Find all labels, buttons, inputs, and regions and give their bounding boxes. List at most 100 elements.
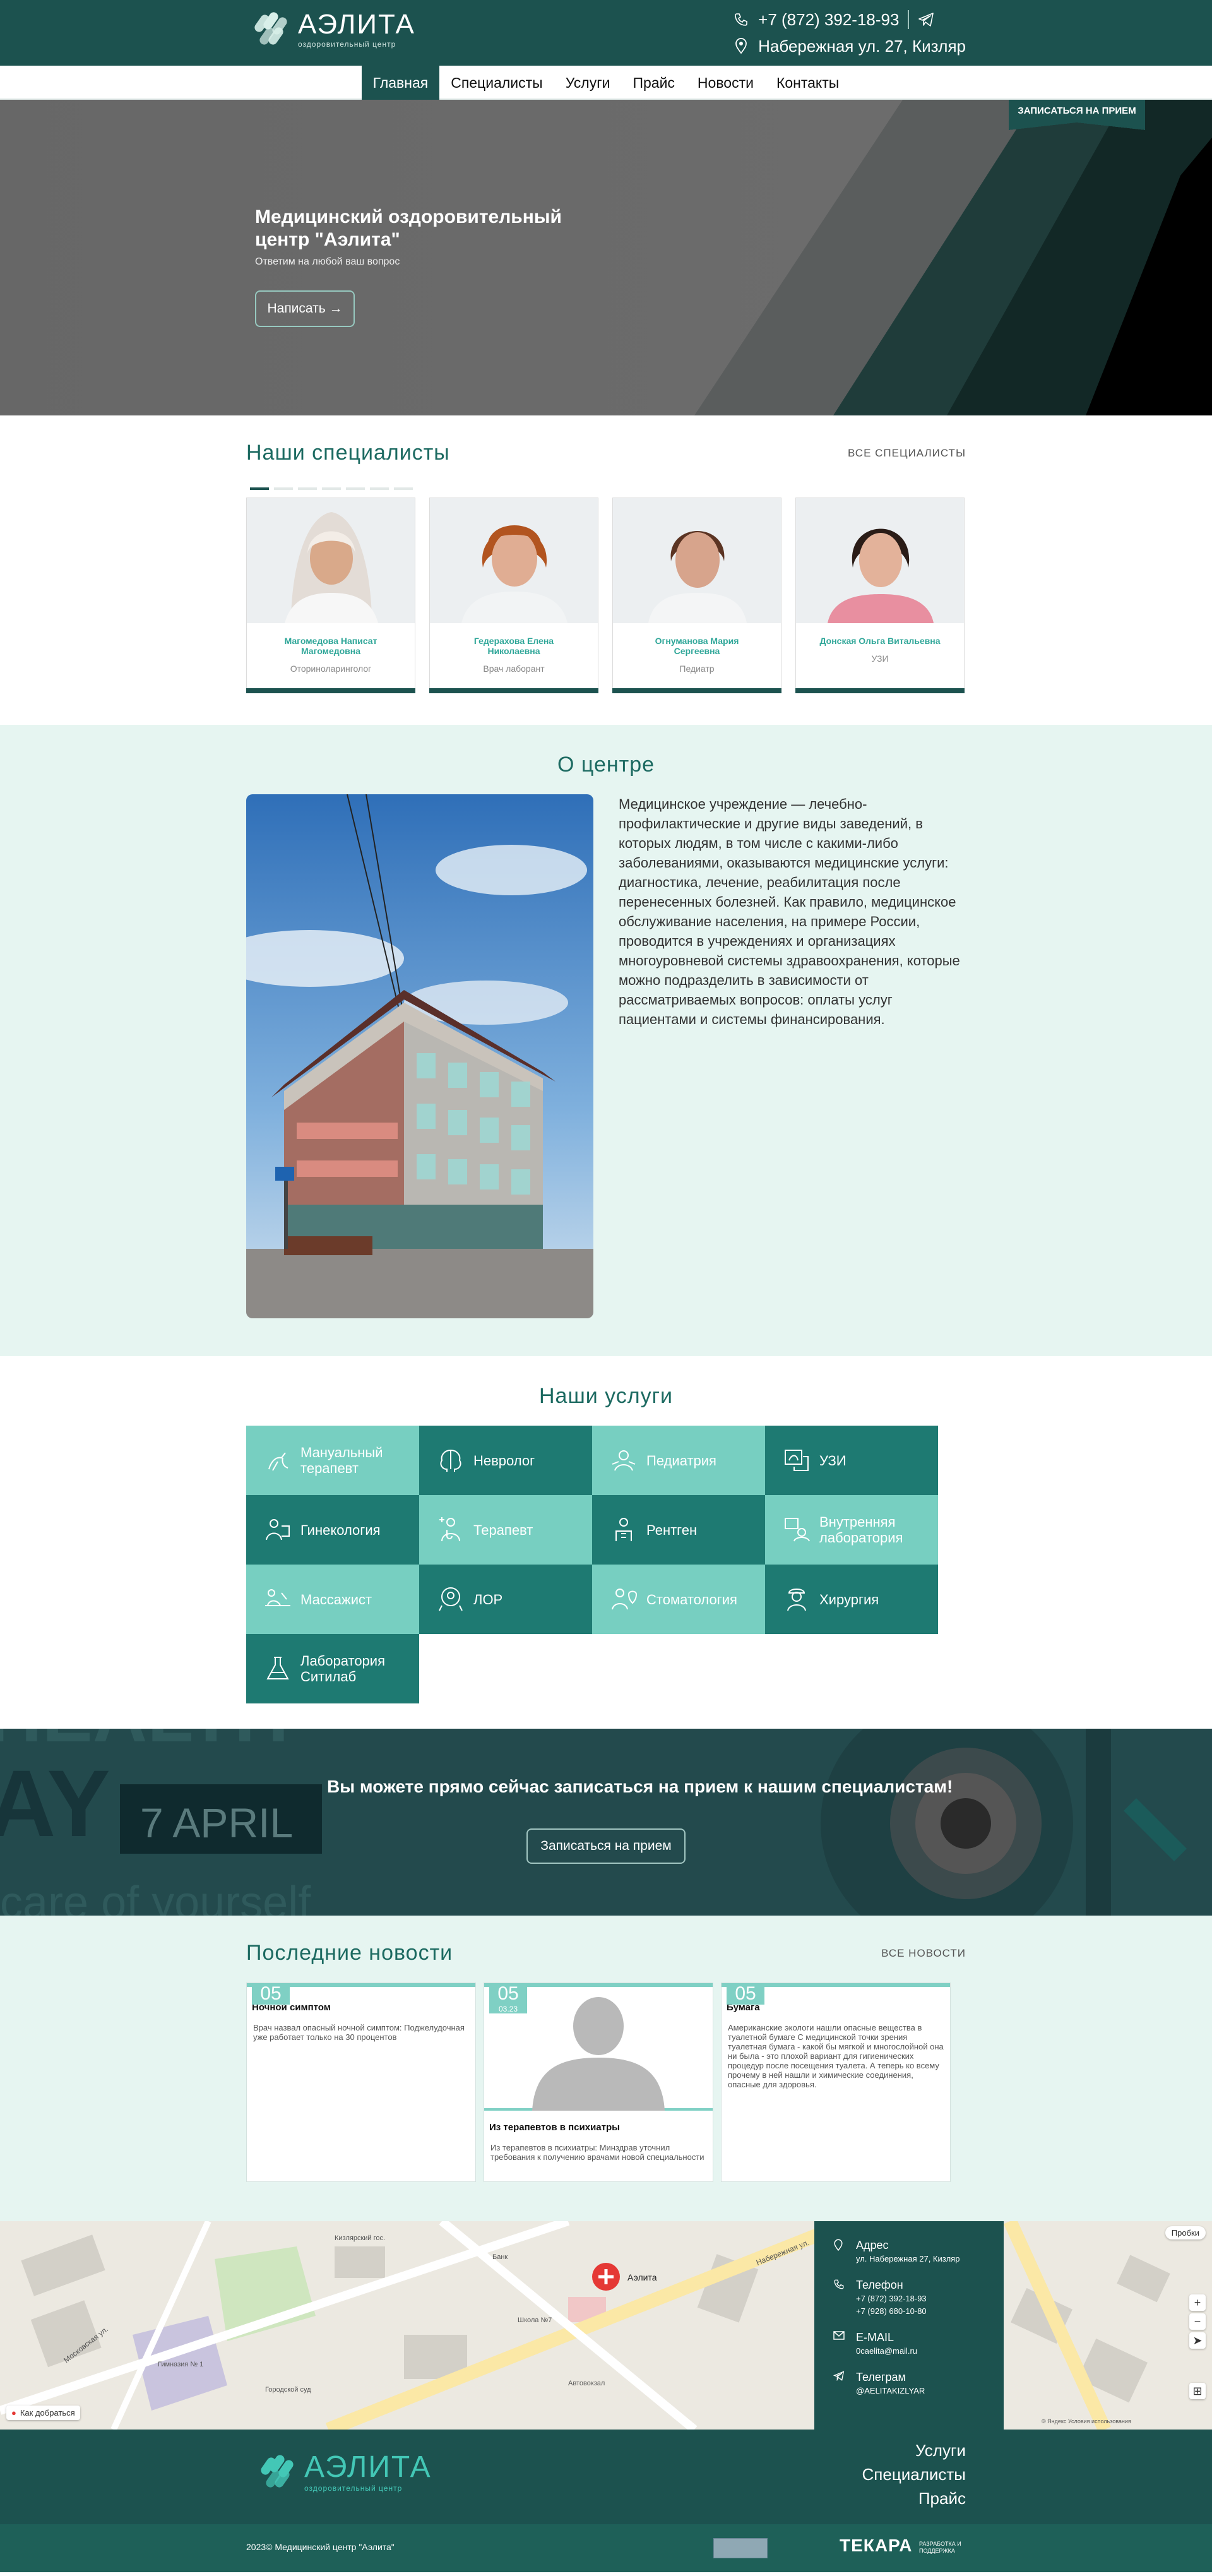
map-marker-label: Аэлита [627,2272,657,2282]
carousel-dot[interactable] [394,487,413,490]
carousel-dot[interactable] [370,487,389,490]
service-tile[interactable]: Педиатрия [592,1426,765,1495]
nav-item-news[interactable]: Новости [686,66,765,100]
service-tile[interactable]: Гинекология [246,1495,419,1565]
specialist-card[interactable]: Магомедова Написат Магомедовна Оторинола… [246,498,415,693]
therapist-icon [439,1517,460,1542]
header-contacts: +7 (872) 392-18-93 Набережная ул. 27, Ки… [733,6,966,59]
date-badge: 05 03.23 [489,1983,527,2013]
hero-title: Медицинский оздоровительный центр "Аэлит… [255,206,562,250]
book-appointment-button[interactable]: Записаться на прием [526,1828,686,1864]
map-canvas[interactable]: Аэлита Московская ул. Набережная ул. Гим… [0,2221,1212,2430]
contact-panel: Адрес ул. Набережная 27, Кизляр Телефон +7… [814,2221,1004,2430]
service-tile-label: ЛОР [473,1591,503,1607]
carousel-dots [250,487,413,490]
service-tile[interactable]: УЗИ [765,1426,938,1495]
carousel-dot[interactable] [346,487,365,490]
footer: АЭЛИТА оздоровительный центр Услуги Спец… [0,2430,1212,2524]
service-tile-label: Рентген [646,1522,698,1538]
service-tile[interactable]: Хирургия [765,1565,938,1634]
nav-item-contacts[interactable]: Контакты [765,66,850,100]
zoom-in-button[interactable]: + [1189,2294,1206,2311]
footer-link-services[interactable]: Услуги [862,2438,966,2462]
logo-subtitle: оздоровительный центр [298,40,396,49]
services-section: Наши услуги Мануальный терапевт Невролог П… [0,1356,1212,1729]
specialist-card[interactable]: Донская Ольга Витальевна УЗИ [795,498,965,693]
geolocation-button[interactable]: ➤ [1189,2332,1206,2349]
service-tile[interactable]: ЛОР [419,1565,592,1634]
accessibility-widget-icon[interactable] [713,2538,768,2558]
news-card[interactable]: 05 Ночной симптом Врач назвал опасный но… [246,1983,476,2182]
specialist-card[interactable]: Гедерахова Елена Николаевна Врач лаборан… [429,498,598,693]
carousel-dot[interactable] [298,487,317,490]
zoom-out-button[interactable]: − [1189,2313,1206,2330]
news-card-text: Из терапевтов в психиатры: Минздрав уточ… [490,2143,704,2162]
traffic-button[interactable]: Пробки [1165,2226,1206,2239]
map-poi-label: Городской суд [265,2386,311,2394]
footer-nav: Услуги Специалисты Прайс [862,2438,966,2510]
map-poi-label: Школа №7 [518,2317,552,2324]
logo-title: АЭЛИТА [298,9,415,40]
header-phone[interactable]: +7 (872) 392-18-93 [758,10,899,30]
news-section: Последние новости ВСЕ НОВОСТИ 05 Ночной … [0,1916,1212,2221]
carousel-dot[interactable] [250,487,269,490]
footer-bottom: 2023© Медицинский центр "Аэлита" ТЕКАРА … [0,2524,1212,2572]
map-poi-label: Банк [492,2253,508,2261]
news-card[interactable]: 05 03.23 Из терапевтов в психиатры Из тер… [484,1983,713,2182]
all-news-link[interactable]: ВСЕ НОВОСТИ [881,1947,966,1960]
news-card[interactable]: 05 Бумага Американские экологи нашли опа… [721,1983,951,2182]
footer-link-specialists[interactable]: Специалисты [862,2462,966,2486]
service-tile[interactable]: Мануальный терапевт [246,1426,419,1495]
phone-icon [833,2279,847,2317]
news-card-text: Врач назвал опасный ночной симптом: Подж… [253,2023,465,2042]
phone-value[interactable]: +7 (928) 680-10-80 [856,2306,927,2317]
specialist-name: Огнуманова Мария Сергеевна [655,636,739,656]
hero-banner: Медицинский оздоровительный центр "Аэлит… [0,100,1212,415]
all-specialists-link[interactable]: ВСЕ СПЕЦИАЛИСТЫ [848,447,966,460]
nav-item-specialists[interactable]: Специалисты [439,66,554,100]
book-appointment-tag[interactable]: ЗАПИСАТЬСЯ НА ПРИЕМ [1009,100,1145,130]
email-value[interactable]: 0caelita@mail.ru [856,2346,917,2357]
ruler-button[interactable]: ⊞ [1189,2383,1206,2399]
phone-value[interactable]: +7 (872) 392-18-93 [856,2293,927,2305]
footer-link-prices[interactable]: Прайс [862,2486,966,2510]
logo-leaf-icon [258,2453,297,2492]
banner-bg-care: care of yourself [0,1878,311,1916]
tooth-icon [612,1589,638,1610]
specialist-card[interactable]: Огнуманова Мария Сергеевна Педиатр [612,498,781,693]
write-button[interactable]: Написать → [255,290,355,327]
xray-icon [615,1518,632,1541]
ultrasound-icon [785,1450,809,1471]
telegram-value[interactable]: @AELITAKIZLYAR [856,2385,925,2397]
site-logo[interactable]: АЭЛИТА оздоровительный центр [251,10,415,49]
banner-bg-date: 7 APRIL [140,1799,293,1846]
service-tile[interactable]: Терапевт [419,1495,592,1565]
route-link[interactable]: ● Как добраться [6,2406,80,2420]
phone-icon [733,11,749,28]
service-tile-label: УЗИ [819,1452,847,1469]
service-tile[interactable]: Лаборатория Ситилаб [246,1634,419,1703]
nav-item-prices[interactable]: Прайс [621,66,686,100]
date-badge: 05 [727,1983,764,2005]
service-tile[interactable]: Невролог [419,1426,592,1495]
service-tile-label: Терапевт [473,1522,533,1538]
service-tile[interactable]: Массажист [246,1565,419,1634]
hero-subtitle: Ответим на любой ваш вопрос [255,256,400,267]
carousel-dot[interactable] [274,487,293,490]
specialist-photo [247,498,415,623]
developer-logo[interactable]: ТЕКАРА [840,2536,913,2556]
news-card-title: Из терапевтов в психиатры [489,2122,620,2133]
footer-logo-subtitle: оздоровительный центр [304,2484,403,2493]
about-text: Медицинское учреждение — лечебно-профила… [619,796,960,1027]
telegram-icon[interactable] [918,11,934,28]
service-tile[interactable]: Стоматология [592,1565,765,1634]
service-tile[interactable]: Рентген [592,1495,765,1565]
baby-icon [612,1450,636,1471]
nav-item-home[interactable]: Главная [361,66,440,100]
footer-logo[interactable]: АЭЛИТА оздоровительный центр [258,2452,432,2493]
nav-item-services[interactable]: Услуги [554,66,622,100]
service-tile[interactable]: Внутренняя лаборатория [765,1495,938,1565]
about-section: О центре Медицинское учреждение — лечебн… [0,725,1212,1356]
carousel-dot[interactable] [322,487,341,490]
news-title: Последние новости [246,1941,453,1965]
